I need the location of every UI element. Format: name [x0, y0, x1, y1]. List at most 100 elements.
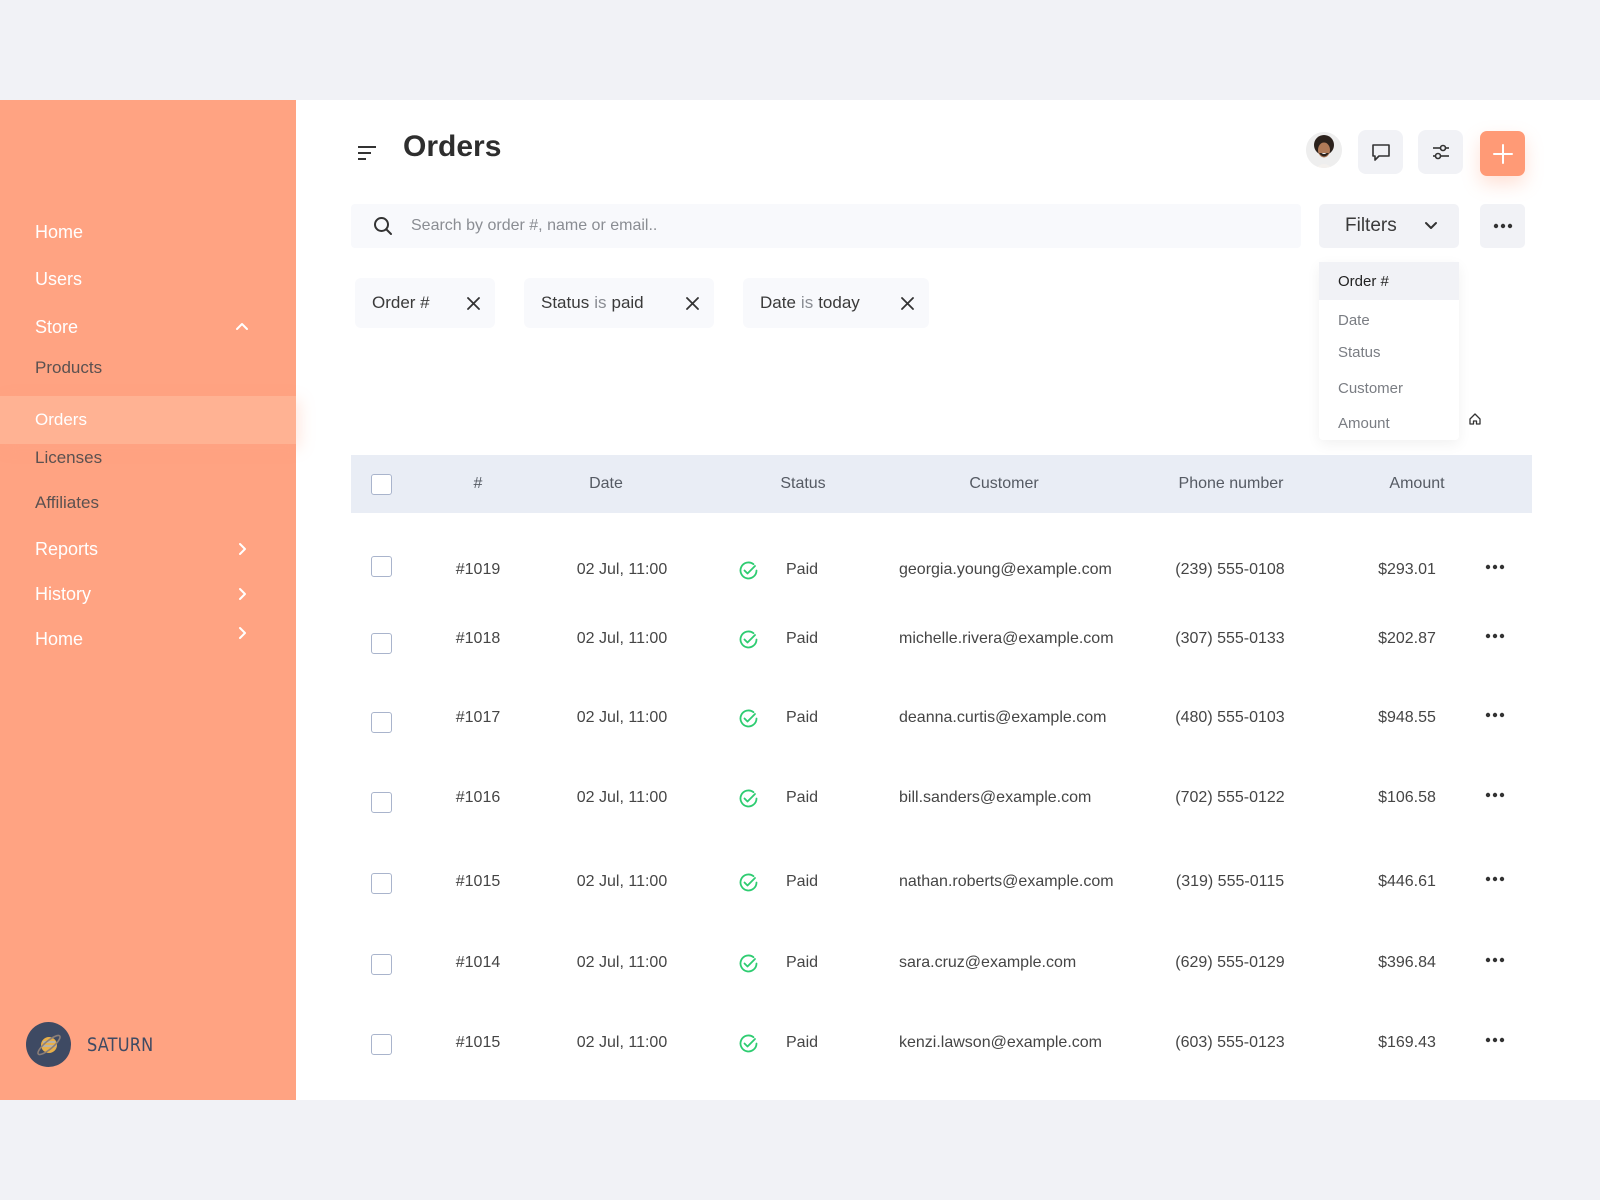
close-icon[interactable] — [467, 297, 480, 310]
phone-number: (702) 555-0122 — [1175, 789, 1285, 806]
row-checkbox[interactable] — [371, 633, 392, 654]
more-horizontal-icon[interactable] — [1484, 710, 1506, 720]
chip-field: Order # — [372, 293, 430, 312]
order-id[interactable]: #1015 — [456, 862, 501, 902]
filters-menu: Order # Date Status Customer Amount — [1319, 262, 1459, 440]
table-row[interactable]: #1015 02 Jul, 11:00 Paid kenzi.lawson@examp… — [351, 1023, 1532, 1063]
sidebar-item-label: Store — [35, 316, 79, 337]
phone-number: (480) 555-0103 — [1175, 709, 1285, 726]
more-horizontal-icon[interactable] — [1484, 790, 1506, 800]
row-checkbox[interactable] — [371, 954, 392, 975]
column-header-amount[interactable]: Amount — [1389, 455, 1444, 513]
order-id[interactable]: #1014 — [456, 943, 501, 983]
filters-option-status[interactable]: Status — [1319, 338, 1459, 366]
select-all-checkbox[interactable] — [371, 474, 392, 495]
order-id[interactable]: #1017 — [456, 698, 501, 738]
chevron-right-icon[interactable] — [235, 587, 249, 601]
add-order-button[interactable] — [1480, 131, 1525, 176]
filter-chip-date[interactable]: Date is today — [743, 278, 929, 328]
column-header-status[interactable]: Status — [780, 455, 825, 513]
sidebar-item-store[interactable]: Store — [35, 312, 296, 342]
row-checkbox[interactable] — [371, 1034, 392, 1055]
option-label: Date — [1338, 311, 1370, 329]
order-amount: $169.43 — [1378, 1034, 1436, 1051]
filters-option-order[interactable]: Order # — [1319, 262, 1459, 300]
order-id[interactable]: #1018 — [456, 619, 501, 659]
check-circle-icon — [739, 789, 758, 808]
order-id[interactable]: #1016 — [456, 778, 501, 818]
more-options-button[interactable] — [1480, 204, 1525, 248]
more-horizontal-icon[interactable] — [1484, 631, 1506, 641]
sidebar-item-history[interactable]: History — [35, 579, 296, 609]
order-id[interactable]: #1019 — [456, 550, 501, 590]
customer-email[interactable]: kenzi.lawson@example.com — [899, 1023, 1102, 1063]
close-icon[interactable] — [901, 297, 914, 310]
sidebar-item-licenses[interactable]: Licenses — [35, 443, 296, 473]
menu-icon[interactable] — [358, 145, 378, 161]
filters-option-date[interactable]: Date — [1319, 306, 1459, 334]
row-checkbox[interactable] — [371, 873, 392, 894]
column-header-date[interactable]: Date — [589, 455, 623, 513]
status-label: Paid — [786, 1034, 819, 1051]
sidebar-item-orders[interactable]: Orders — [35, 402, 296, 438]
table-row[interactable]: #1014 02 Jul, 11:00 Paid sara.cruz@example.… — [351, 943, 1532, 983]
search-icon — [374, 217, 392, 235]
table-row[interactable]: #1017 02 Jul, 11:00 Paid deanna.curtis@exam… — [351, 698, 1532, 738]
settings-button[interactable] — [1418, 130, 1463, 174]
sidebar-item-products[interactable]: Products — [35, 353, 296, 383]
more-horizontal-icon[interactable] — [1484, 874, 1506, 884]
customer-email[interactable]: georgia.young@example.com — [899, 550, 1112, 590]
table-row[interactable]: #1016 02 Jul, 11:00 Paid bill.sanders@examp… — [351, 778, 1532, 818]
sidebar-item-label: Home — [35, 628, 84, 649]
chevron-right-icon[interactable] — [235, 626, 249, 640]
chevron-up-icon[interactable] — [235, 320, 249, 334]
option-label: Order # — [1338, 272, 1389, 290]
search-bar — [351, 204, 1301, 248]
chat-button[interactable] — [1358, 130, 1403, 174]
sidebar-item-home-2[interactable]: Home — [35, 624, 296, 654]
column-header-phone[interactable]: Phone number — [1179, 455, 1284, 513]
avatar[interactable] — [1306, 132, 1342, 168]
sidebar-item-reports[interactable]: Reports — [35, 534, 296, 564]
table-row[interactable]: #1019 02 Jul, 11:00 Paid georgia.young@exam… — [351, 550, 1532, 590]
phone-number: (307) 555-0133 — [1175, 630, 1285, 647]
filter-chip-order[interactable]: Order # — [355, 278, 495, 328]
search-input[interactable] — [411, 217, 1261, 235]
status-label: Paid — [786, 561, 819, 578]
row-checkbox[interactable] — [371, 556, 392, 577]
table-row[interactable]: #1015 02 Jul, 11:00 Paid nathan.roberts@exa… — [351, 862, 1532, 902]
row-checkbox[interactable] — [371, 792, 392, 813]
order-id[interactable]: #1015 — [456, 1023, 501, 1063]
app-window: Home Users Store Products Orders License… — [0, 100, 1600, 1100]
filters-option-amount[interactable]: Amount — [1319, 409, 1459, 437]
chevron-right-icon[interactable] — [235, 542, 249, 556]
customer-email[interactable]: sara.cruz@example.com — [899, 943, 1076, 983]
filter-chip-status[interactable]: Status is paid — [524, 278, 714, 328]
customer-email[interactable]: deanna.curtis@example.com — [899, 698, 1106, 738]
column-header-customer[interactable]: Customer — [969, 455, 1038, 513]
close-icon[interactable] — [686, 297, 699, 310]
row-checkbox[interactable] — [371, 712, 392, 733]
status-label: Paid — [786, 630, 819, 647]
sidebar-item-affiliates[interactable]: Affiliates — [35, 488, 296, 518]
customer-email[interactable]: nathan.roberts@example.com — [899, 862, 1114, 902]
status-label: Paid — [786, 709, 819, 726]
plus-icon — [1492, 143, 1513, 164]
home-icon[interactable] — [1468, 412, 1482, 426]
customer-email[interactable]: bill.sanders@example.com — [899, 778, 1091, 818]
more-horizontal-icon[interactable] — [1484, 562, 1506, 572]
status-label: Paid — [786, 873, 819, 890]
sidebar-item-home[interactable]: Home — [35, 217, 296, 247]
table-row[interactable]: #1018 02 Jul, 11:00 Paid michelle.rivera@ex… — [351, 619, 1532, 659]
filters-option-customer[interactable]: Customer — [1319, 374, 1459, 402]
order-date: 02 Jul, 11:00 — [576, 630, 668, 647]
check-circle-icon — [739, 1034, 758, 1053]
more-horizontal-icon[interactable] — [1484, 1035, 1506, 1045]
sidebar-item-label: Affiliates — [35, 493, 99, 512]
customer-email[interactable]: michelle.rivera@example.com — [899, 619, 1114, 659]
more-horizontal-icon[interactable] — [1484, 955, 1506, 965]
order-amount: $106.58 — [1378, 789, 1436, 806]
filters-dropdown[interactable]: Filters — [1319, 204, 1459, 248]
sidebar-item-users[interactable]: Users — [35, 264, 296, 294]
column-header-id[interactable]: # — [474, 455, 483, 513]
